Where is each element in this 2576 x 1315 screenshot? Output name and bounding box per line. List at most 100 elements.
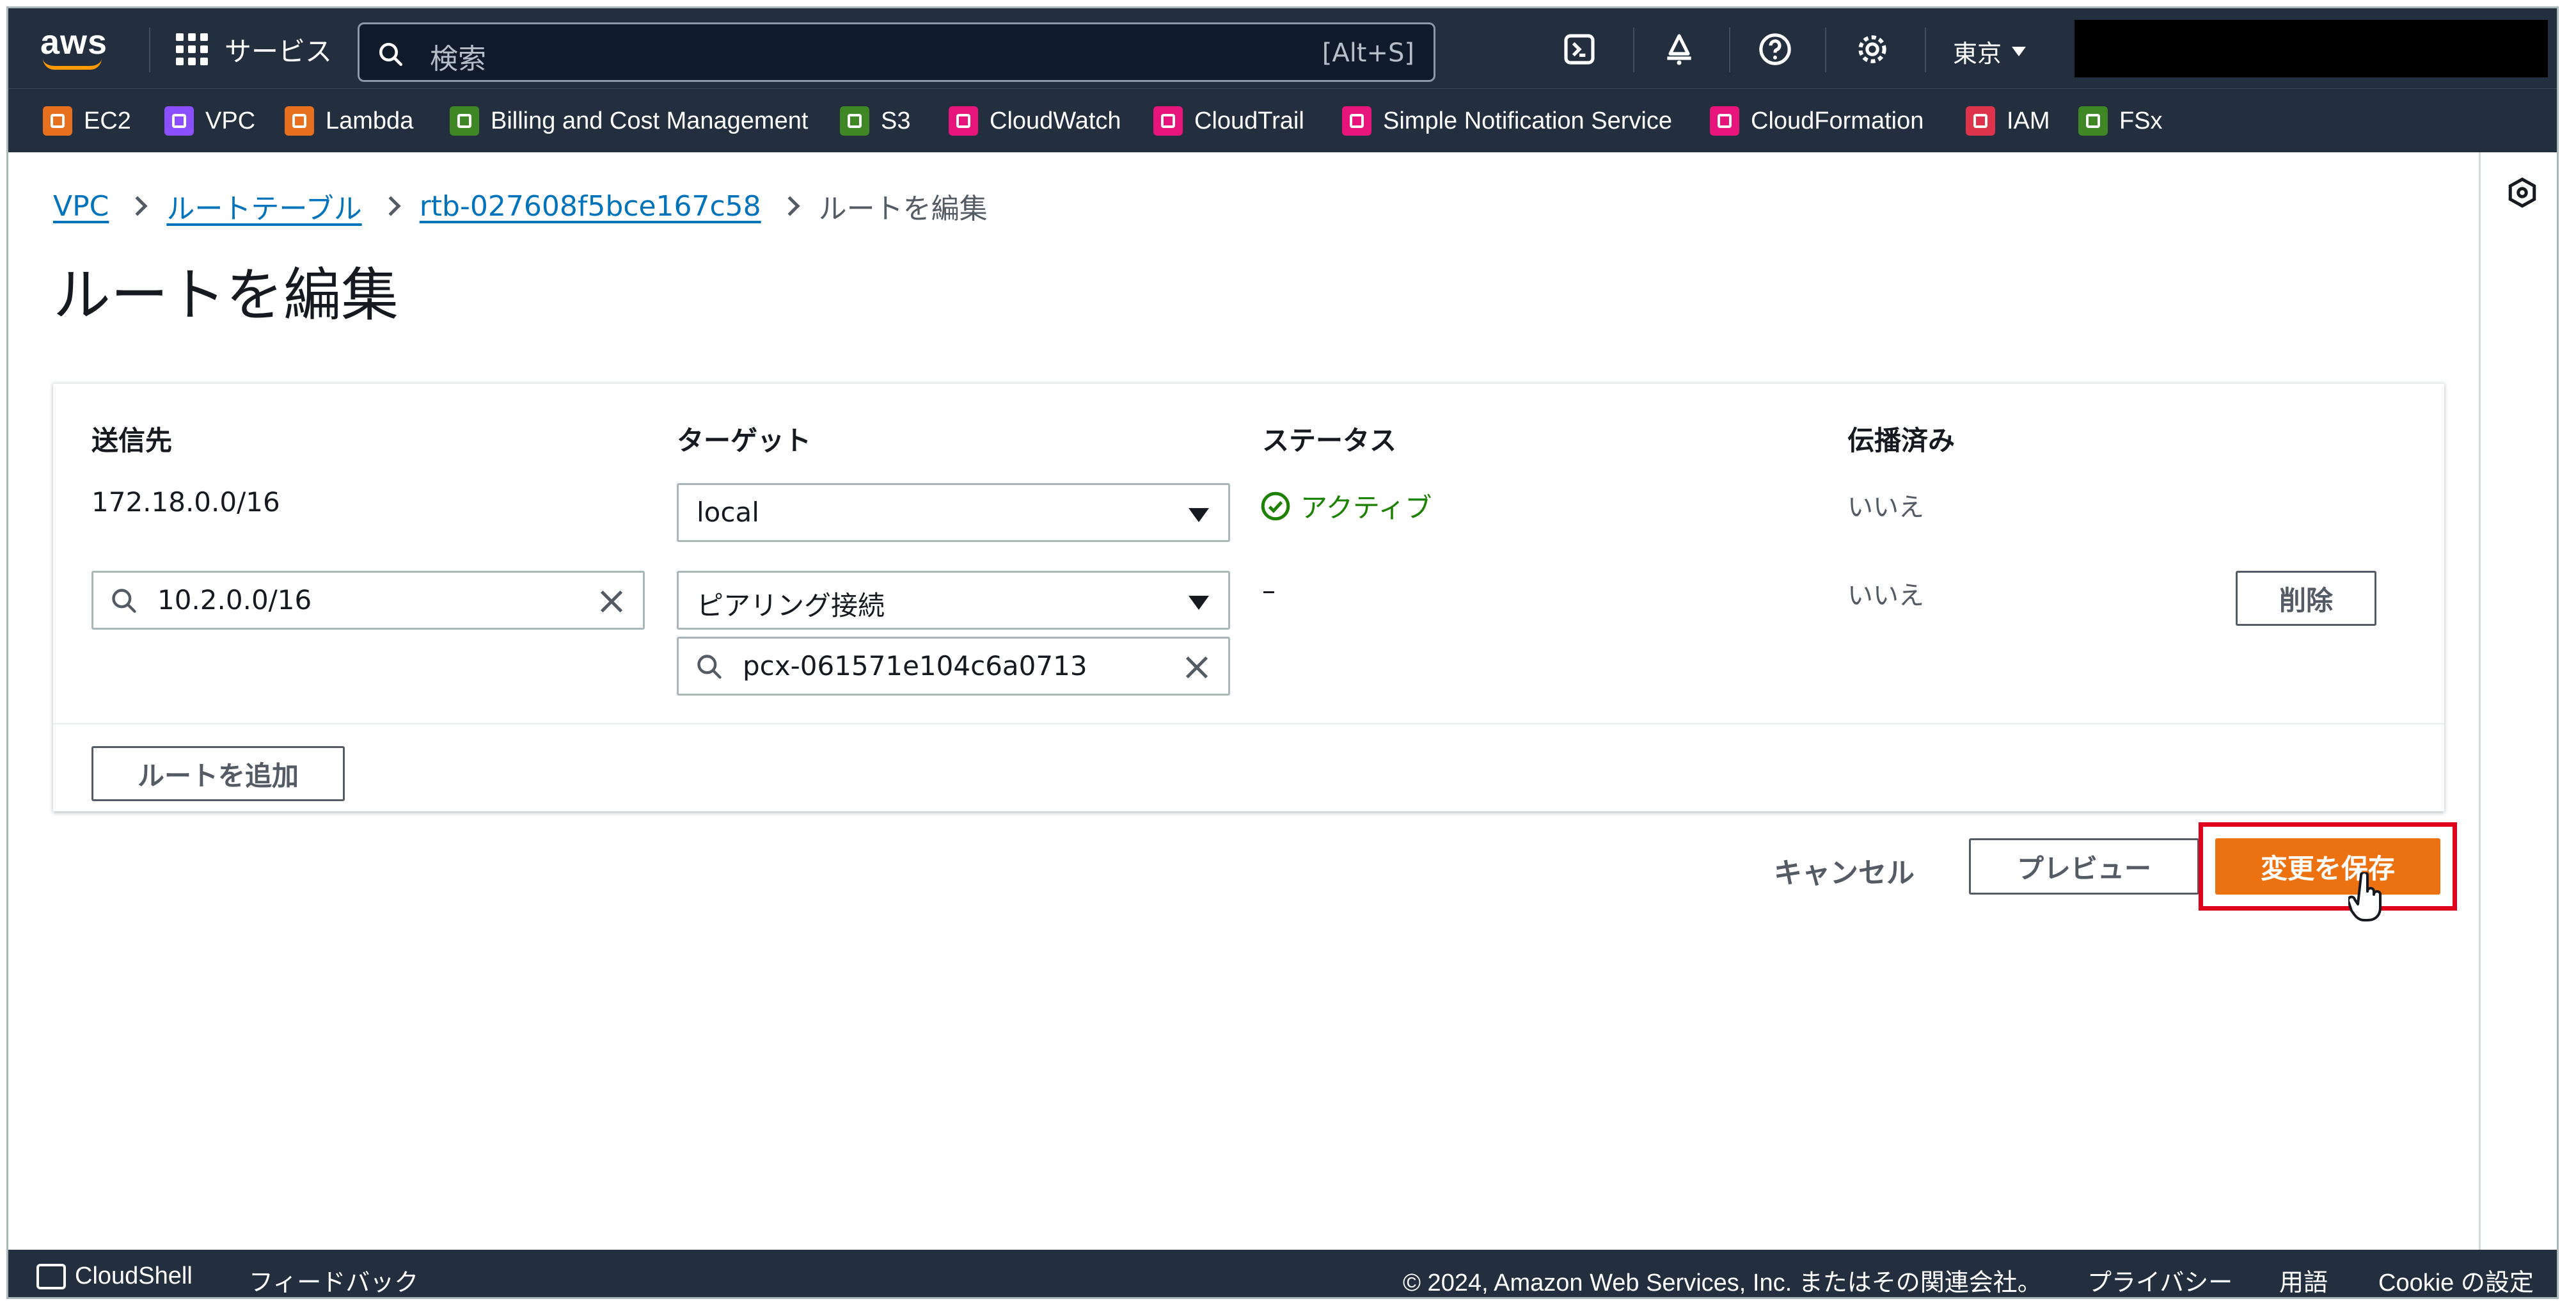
main-content: VPC ルートテーブル rtb-027608f5bce167c58 ルートを編集… [8, 152, 2479, 1250]
route-target-select[interactable]: local [677, 483, 1230, 542]
service-icon [43, 106, 72, 136]
favorite-ec2[interactable]: EC2 [43, 104, 131, 138]
favorite-lambda[interactable]: Lambda [285, 104, 413, 138]
route-propagated-text: いいえ [1847, 581, 1924, 610]
region-selector[interactable]: 東京 [1953, 34, 2027, 69]
nav-divider [1633, 28, 1634, 72]
clear-icon[interactable] [597, 587, 626, 616]
service-icon [1710, 106, 1739, 136]
favorite-cloudtrail[interactable]: CloudTrail [1153, 104, 1304, 138]
routes-editor-card: 送信先 ターゲット ステータス 伝播済み 172.18.0.0/16 local… [53, 383, 2444, 811]
search-placeholder: 検索 [430, 43, 486, 76]
favorite-label: CloudTrail [1194, 107, 1304, 134]
service-icon [949, 106, 978, 136]
caret-down-icon [1189, 508, 1209, 522]
breadcrumb-route-table-id-link[interactable]: rtb-027608f5bce167c58 [420, 190, 761, 223]
card-divider [53, 723, 2444, 724]
gear-icon[interactable] [1854, 31, 1890, 67]
services-menu-button[interactable]: サービス [176, 31, 332, 67]
account-menu-redacted[interactable] [2074, 20, 2548, 77]
grid-icon [176, 33, 208, 65]
favorite-fsx[interactable]: FSx [2078, 104, 2163, 138]
feedback-link[interactable]: フィードバック [249, 1263, 418, 1297]
favorite-simple-notification-service[interactable]: Simple Notification Service [1342, 104, 1672, 138]
favorite-label: IAM [2007, 107, 2050, 134]
global-search-input[interactable]: 検索 [Alt+S] [358, 22, 1435, 82]
favorite-label: EC2 [84, 107, 131, 134]
route-status-text: – [1262, 575, 1276, 606]
breadcrumb-route-tables-link[interactable]: ルートテーブル [166, 186, 361, 227]
aws-logo-text: aws [40, 23, 108, 61]
right-utility-rail [2479, 152, 2557, 1250]
hand-pointer-icon [2348, 872, 2382, 921]
column-header-status: ステータス [1262, 425, 1397, 456]
favorite-label: VPC [205, 107, 256, 134]
aws-smile-icon [43, 58, 102, 70]
add-route-button[interactable]: ルートを追加 [91, 746, 345, 801]
favorite-label: CloudWatch [990, 107, 1121, 134]
service-icon [164, 106, 194, 136]
help-icon[interactable] [1757, 31, 1793, 67]
favorite-iam[interactable]: IAM [1966, 104, 2050, 138]
route-status: アクティブ [1260, 486, 1432, 525]
chevron-right-icon [381, 196, 401, 216]
caret-down-icon [1189, 596, 1209, 610]
route-propagated-text: いいえ [1847, 493, 1924, 522]
info-panel-icon[interactable] [2506, 177, 2538, 209]
cloudshell-button[interactable]: CloudShell [36, 1263, 193, 1290]
favorite-label: S3 [881, 107, 911, 134]
copyright-text: © 2024, Amazon Web Services, Inc. またはその関… [1403, 1270, 2042, 1296]
nav-divider [1729, 28, 1730, 72]
favorite-label: Lambda [326, 107, 414, 134]
favorite-label: Simple Notification Service [1383, 107, 1672, 134]
route-destination-input[interactable]: 10.2.0.0/16 [91, 571, 645, 630]
remove-route-button[interactable]: 削除 [2236, 571, 2376, 626]
nav-divider [1825, 28, 1826, 72]
search-icon [697, 655, 722, 679]
preview-button[interactable]: プレビュー [1969, 838, 2199, 895]
favorite-label: FSx [2119, 107, 2163, 134]
cancel-button[interactable]: キャンセル [1774, 850, 1915, 891]
service-icon [285, 106, 314, 136]
services-label: サービス [225, 35, 333, 67]
aws-logo[interactable]: aws [40, 22, 130, 74]
cloudshell-label: CloudShell [75, 1263, 193, 1289]
browser-frame: aws サービス 検索 [Alt+S] 東京 EC2 VPC Lambda Bi… [6, 6, 2559, 1299]
route-target-value: local [697, 497, 759, 528]
column-header-propagated: 伝播済み [1847, 425, 1956, 456]
breadcrumb: VPC ルートテーブル rtb-027608f5bce167c58 ルートを編集 [53, 186, 988, 227]
column-header-destination: 送信先 [91, 425, 173, 456]
service-icon [450, 106, 479, 136]
route-target-type-select[interactable]: ピアリング接続 [677, 571, 1230, 630]
route-target-type-value: ピアリング接続 [697, 590, 885, 621]
bell-icon[interactable] [1661, 31, 1697, 67]
favorite-cloudformation[interactable]: CloudFormation [1710, 104, 1924, 138]
search-shortcut-hint: [Alt+S] [1322, 38, 1414, 68]
console-footer: CloudShell フィードバック © 2024, Amazon Web Se… [8, 1250, 2557, 1297]
privacy-link[interactable]: プライバシー [2087, 1263, 2232, 1297]
favorite-billing-and-cost-management[interactable]: Billing and Cost Management [450, 104, 808, 138]
favorite-cloudwatch[interactable]: CloudWatch [949, 104, 1121, 138]
route-destination-value: 10.2.0.0/16 [157, 584, 312, 616]
page-title: ルートを編集 [53, 262, 399, 329]
terms-link[interactable]: 用語 [2279, 1263, 2328, 1297]
caret-down-icon [2012, 47, 2027, 56]
highlight-box [2199, 822, 2457, 911]
service-icon [840, 106, 869, 136]
favorite-vpc[interactable]: VPC [164, 104, 255, 138]
service-icon [2078, 106, 2108, 136]
service-icon [1966, 106, 1995, 136]
chevron-right-icon [780, 196, 800, 216]
cookie-settings-link[interactable]: Cookie の設定 [2378, 1263, 2534, 1297]
favorite-s3[interactable]: S3 [840, 104, 910, 138]
service-icon [1342, 106, 1371, 136]
route-target-id-input[interactable]: pcx-061571e104c6a0713 [677, 637, 1230, 696]
chevron-right-icon [127, 196, 148, 216]
clear-icon[interactable] [1182, 653, 1212, 682]
breadcrumb-vpc-link[interactable]: VPC [53, 190, 109, 223]
column-header-target: ターゲット [677, 425, 812, 456]
favorite-label: Billing and Cost Management [491, 107, 809, 134]
check-circle-icon [1261, 491, 1290, 520]
cloudshell-icon[interactable] [1561, 31, 1597, 67]
service-icon [1153, 106, 1183, 136]
